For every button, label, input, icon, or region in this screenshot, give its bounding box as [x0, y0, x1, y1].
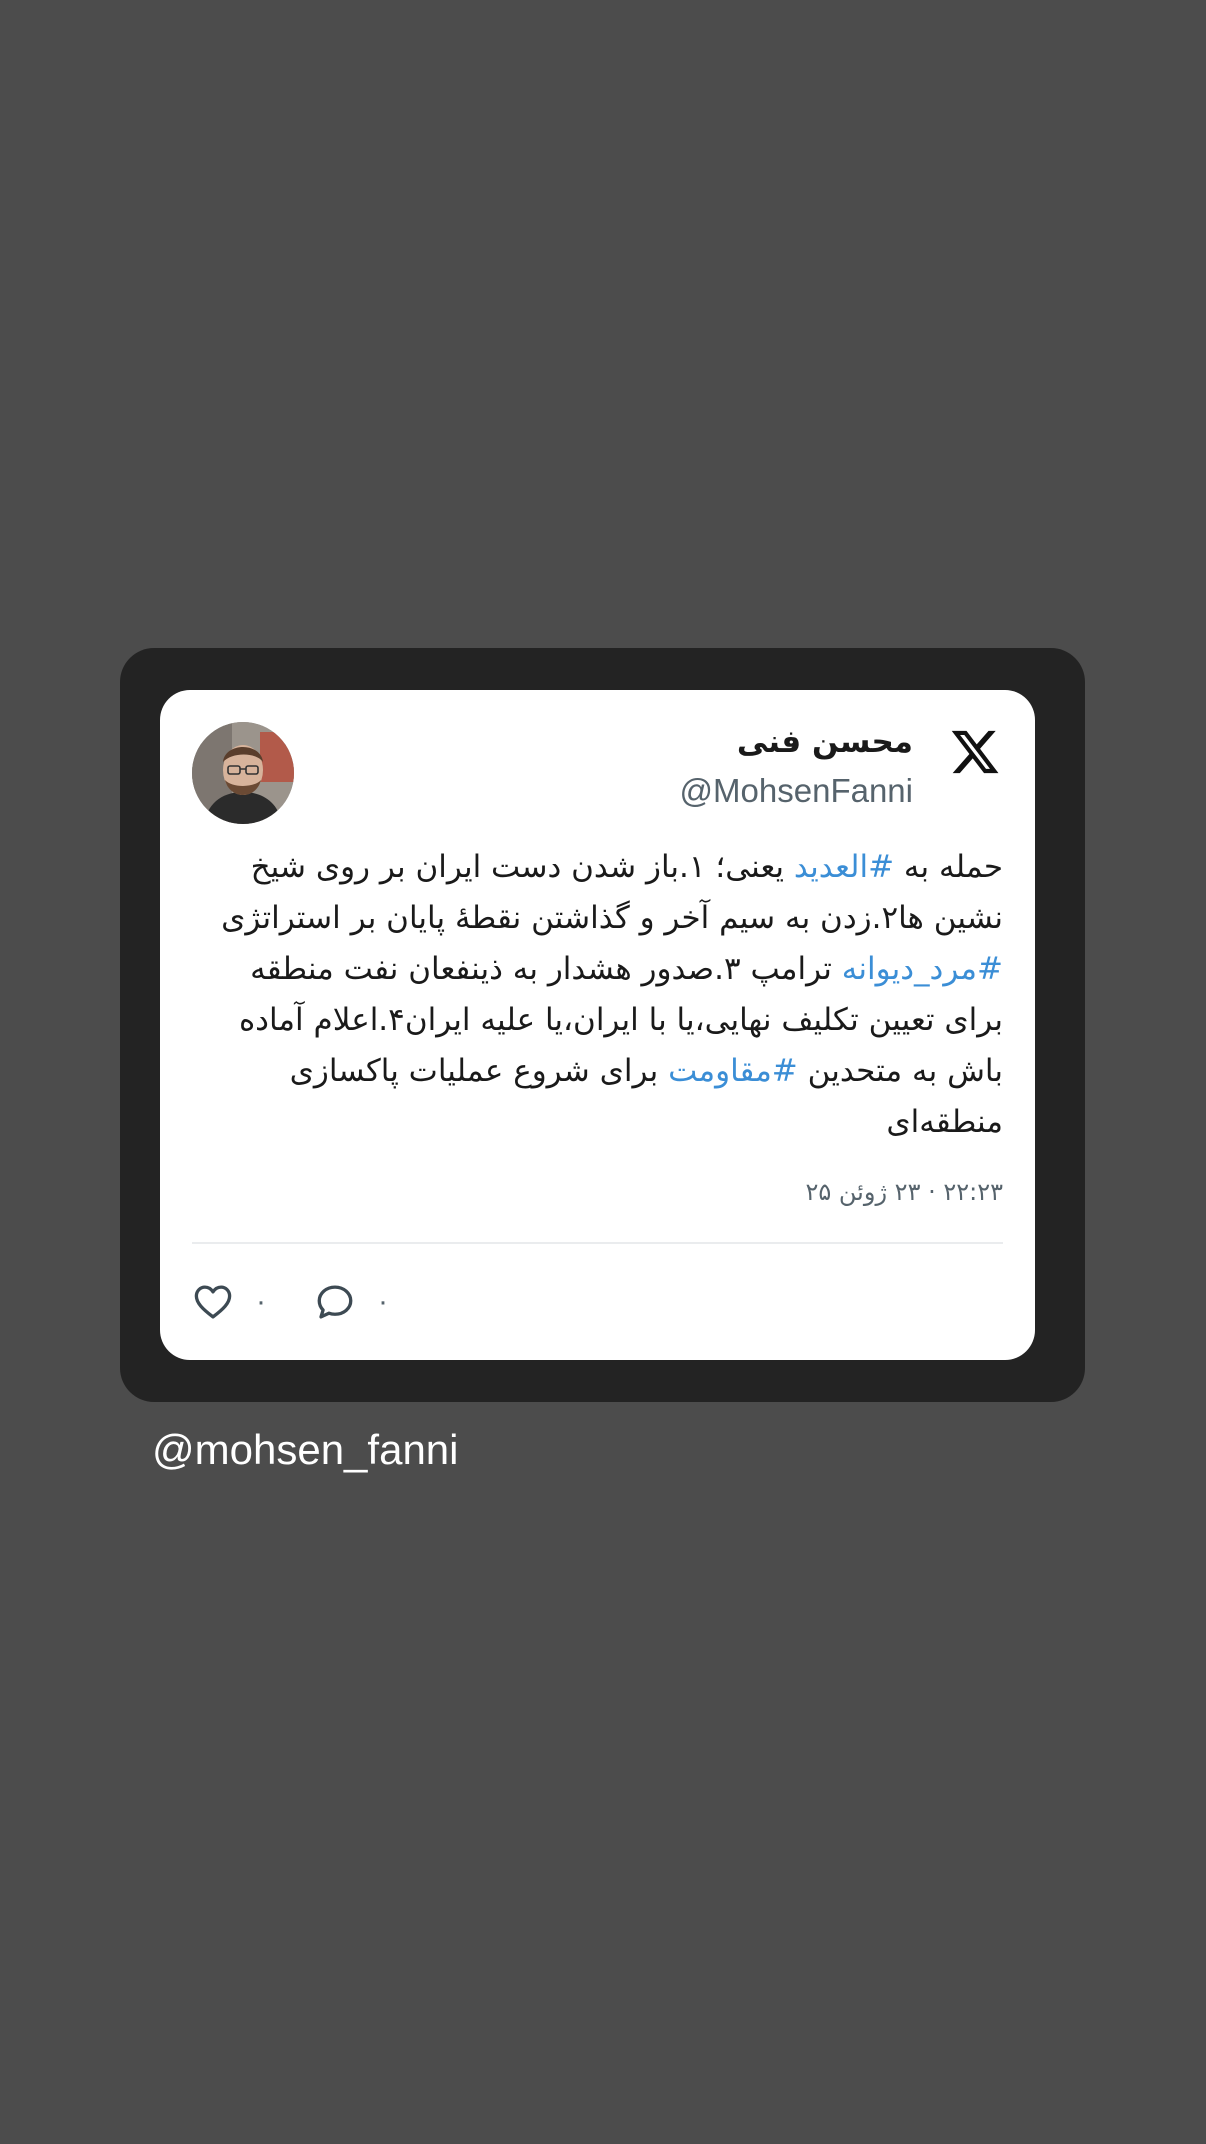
x-logo-icon	[951, 730, 999, 774]
tweet-card: محسن فنی @MohsenFanni حمله به #العدید یع…	[160, 690, 1035, 1360]
avatar[interactable]	[192, 722, 294, 824]
tweet-text-segment: حمله به	[894, 849, 1003, 885]
avatar-image	[192, 722, 294, 824]
author-handle[interactable]: @MohsenFanni	[680, 772, 913, 810]
divider	[192, 1242, 1003, 1244]
tweet-timestamp[interactable]: ۲۲:۲۳ · ۲۳ ژوئن ۲۵	[806, 1178, 1004, 1206]
heart-icon	[194, 1285, 232, 1319]
like-count: ۰	[254, 1287, 268, 1317]
tweet-body: حمله به #العدید یعنی؛ ۱.باز شدن دست ایرا…	[203, 842, 1003, 1148]
hashtag-link[interactable]: #مرد_دیوانه	[842, 951, 1003, 987]
hashtag-link[interactable]: #مقاومت	[668, 1053, 798, 1089]
like-button[interactable]: ۰	[192, 1281, 268, 1323]
tweet-frame: محسن فنی @MohsenFanni حمله به #العدید یع…	[120, 648, 1085, 1402]
reply-bubble-icon	[317, 1285, 353, 1319]
hashtag-link[interactable]: #العدید	[794, 849, 894, 885]
tweet-actions: ۰ ۰	[192, 1278, 436, 1326]
reply-button[interactable]: ۰	[314, 1281, 390, 1323]
author-name[interactable]: محسن فنی	[737, 724, 913, 760]
reply-count: ۰	[375, 1287, 390, 1317]
watermark-handle: @mohsen_fanni	[152, 1426, 459, 1473]
